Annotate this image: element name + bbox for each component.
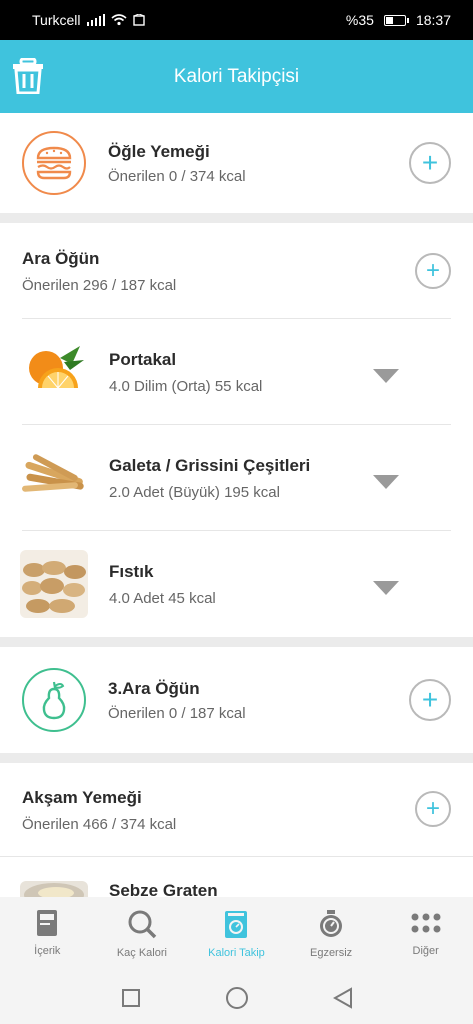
meal-calories: Önerilen 0 / 374 kcal [108, 167, 246, 185]
meal-title: 3.Ara Öğün [108, 678, 200, 698]
wifi-icon [110, 14, 127, 26]
tab-kalori-takip[interactable]: Kalori Takip [189, 897, 284, 972]
tab-label: Kaç Kalori [116, 947, 167, 959]
nfc-icon [132, 14, 145, 26]
status-bar: Turkcell %35 18:37 [0, 0, 473, 40]
carrier-label: Turkcell [32, 12, 81, 28]
pear-icon [22, 668, 86, 732]
signal-icon [86, 14, 105, 26]
meal-card-snack: Ara Öğün Önerilen 296 / 187 kcal + Porta… [0, 223, 473, 637]
food-name: Fıstık [109, 561, 154, 581]
meal-title: Akşam Yemeği [22, 788, 142, 807]
expand-caret-icon[interactable] [373, 581, 399, 595]
page-title: Kalori Takipçisi [173, 65, 300, 87]
book-icon [37, 910, 58, 936]
burger-icon [22, 131, 86, 195]
meal-title: Ara Öğün [22, 249, 100, 268]
meal-title: Öğle Yemeği [108, 141, 210, 161]
meal-calories: Önerilen 0 / 187 kcal [108, 704, 246, 722]
meal-calories: Önerilen 466 / 374 kcal [22, 816, 177, 833]
recent-apps-icon[interactable] [121, 988, 141, 1008]
grid-dots-icon [411, 913, 441, 933]
breadstick-image [20, 444, 88, 512]
stopwatch-icon [320, 910, 343, 937]
system-nav-bar [0, 972, 473, 1024]
tab-kac-kalori[interactable]: Kaç Kalori [95, 897, 190, 972]
food-item[interactable]: Galeta / Grissini Çeşitleri 2.0 Adet (Bü… [0, 425, 473, 531]
tab-label: Diğer [412, 945, 439, 957]
add-food-button[interactable]: + [415, 253, 451, 289]
food-name: Portakal [109, 349, 177, 369]
food-item[interactable]: Portakal 4.0 Dilim (Orta) 55 kcal [0, 319, 473, 425]
food-detail: 4.0 Dilim (Orta) 55 kcal [109, 377, 263, 395]
food-detail: 2.0 Adet (Büyük) 195 kcal [109, 483, 280, 501]
meal-card-lunch: Öğle Yemeği Önerilen 0 / 374 kcal + [0, 113, 473, 213]
expand-caret-icon[interactable] [373, 369, 399, 383]
tab-diger[interactable]: Diğer [378, 897, 473, 972]
add-food-button[interactable]: + [415, 791, 451, 827]
meal-card-snack-3: 3.Ara Öğün Önerilen 0 / 187 kcal + [0, 647, 473, 753]
clock: 18:37 [415, 12, 451, 28]
food-name: Sebze Graten [109, 881, 218, 897]
meal-list[interactable]: Öğle Yemeği Önerilen 0 / 374 kcal + Ara … [0, 113, 473, 897]
meal-card-dinner: Akşam Yemeği Önerilen 466 / 374 kcal + S… [0, 763, 473, 897]
food-detail: 4.0 Adet 45 kcal [109, 589, 216, 607]
tab-egzersiz[interactable]: Egzersiz [284, 897, 379, 972]
tab-label: Egzersiz [309, 947, 353, 959]
gratin-image [20, 881, 88, 897]
food-item[interactable]: Sebze Graten [0, 857, 473, 897]
search-icon [128, 910, 157, 939]
peanut-image [20, 550, 88, 618]
back-icon[interactable] [332, 987, 353, 1009]
home-icon[interactable] [225, 986, 249, 1010]
meal-calories: Önerilen 296 / 187 kcal [22, 277, 177, 294]
food-item[interactable]: Fıstık 4.0 Adet 45 kcal [0, 531, 473, 637]
scale-icon [225, 911, 248, 938]
add-food-button[interactable]: + [409, 142, 451, 184]
expand-caret-icon[interactable] [373, 475, 399, 489]
orange-image [20, 338, 88, 406]
tab-label: İçerik [34, 945, 61, 957]
bottom-tab-bar: İçerik Kaç Kalori Kalori Takip Egzersiz … [0, 897, 473, 972]
tab-icerik[interactable]: İçerik [0, 897, 95, 972]
app-header: Kalori Takipçisi [0, 40, 473, 113]
battery-icon [383, 14, 409, 26]
tab-label: Kalori Takip [208, 947, 265, 959]
trash-icon[interactable] [12, 58, 44, 94]
food-name: Galeta / Grissini Çeşitleri [109, 455, 311, 475]
battery-percent: %35 [345, 12, 374, 28]
add-food-button[interactable]: + [409, 679, 451, 721]
